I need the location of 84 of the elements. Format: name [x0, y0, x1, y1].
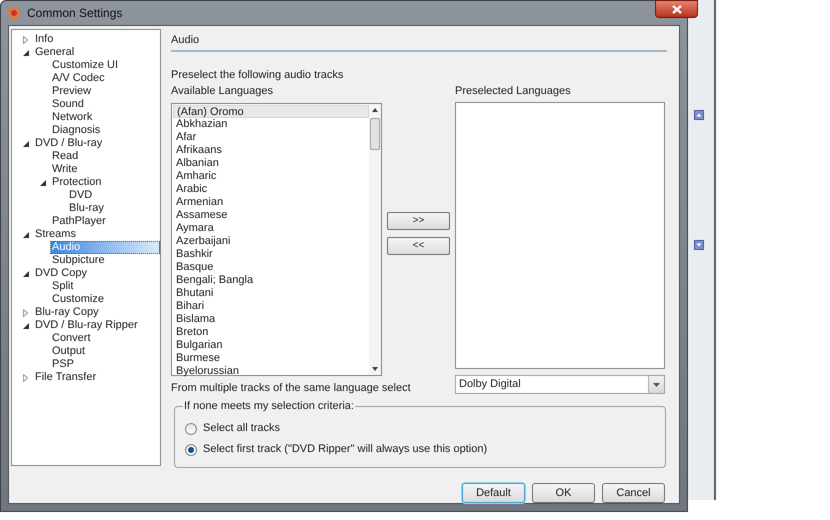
close-button[interactable] [655, 0, 698, 18]
tree-item[interactable]: Network [50, 111, 94, 124]
available-label: Available Languages [171, 85, 274, 98]
language-item[interactable]: Bulgarian [173, 339, 369, 352]
tree-item[interactable]: Sound [50, 98, 86, 111]
expanded-triangle-icon[interactable] [23, 50, 29, 56]
language-item[interactable]: Bihari [173, 300, 369, 313]
scroll-up-icon[interactable] [372, 108, 378, 112]
intro-text: Preselect the following audio tracks [171, 69, 344, 82]
format-label: From multiple tracks of the same language select [171, 382, 411, 395]
tree-item[interactable]: Preview [50, 85, 94, 98]
tree-item[interactable]: Info [33, 33, 56, 46]
language-item[interactable]: Bhutani [173, 287, 369, 300]
group-legend: If none meets my selection criteria: [183, 400, 355, 413]
tree-item[interactable]: Streams [33, 228, 78, 241]
tree-item[interactable]: Subpicture [50, 254, 107, 267]
dialog-button[interactable]: Cancel [602, 483, 665, 503]
scrollbar[interactable] [369, 104, 381, 375]
tree-item[interactable]: Convert [50, 332, 93, 345]
language-item[interactable]: Burmese [173, 352, 369, 365]
expanded-triangle-icon[interactable] [23, 232, 29, 238]
expanded-triangle-icon[interactable] [23, 140, 29, 146]
language-item[interactable]: Albanian [173, 157, 369, 170]
app-icon [7, 6, 21, 20]
expanded-triangle-icon[interactable] [40, 180, 46, 186]
language-item[interactable]: Byelorussian [173, 365, 369, 378]
scroll-up-icon[interactable] [694, 110, 704, 120]
tree-item[interactable]: DVD Copy [33, 267, 89, 280]
tree-item[interactable]: DVD [67, 189, 94, 202]
language-item[interactable]: Afar [173, 131, 369, 144]
dialog-button[interactable]: OK [532, 483, 595, 503]
expanded-triangle-icon[interactable] [23, 322, 29, 328]
window-title: Common Settings [27, 5, 122, 22]
collapsed-triangle-icon[interactable] [23, 374, 28, 382]
close-icon [672, 4, 682, 14]
language-item[interactable]: Arabic [173, 183, 369, 196]
scroll-down-icon[interactable] [694, 240, 704, 250]
remove-button[interactable]: << [387, 237, 450, 255]
radio-button[interactable] [185, 444, 197, 456]
language-item[interactable]: Bengali; Bangla [173, 274, 369, 287]
language-item[interactable]: Bislama [173, 313, 369, 326]
collapsed-triangle-icon[interactable] [23, 308, 28, 316]
language-item[interactable]: Aymara [173, 222, 369, 235]
language-item[interactable]: Bashkir [173, 248, 369, 261]
tree-item[interactable]: Write [50, 163, 80, 176]
tree-item[interactable]: Customize [50, 293, 106, 306]
format-select[interactable]: Dolby Digital [455, 375, 665, 394]
tree-item[interactable]: Protection [50, 176, 104, 189]
radio-label: Select all tracks [203, 422, 280, 435]
add-button[interactable]: >> [387, 212, 450, 230]
section-title: Audio [171, 34, 200, 47]
tree-item[interactable]: General [33, 46, 76, 59]
tree-item[interactable]: File Transfer [33, 371, 98, 384]
language-item[interactable]: Breton [173, 326, 369, 339]
tree-item[interactable]: DVD / Blu-ray Ripper [33, 319, 140, 332]
tree-item[interactable]: Blu-ray Copy [33, 306, 101, 319]
tree-item[interactable]: Split [50, 280, 76, 293]
tree-item[interactable]: Read [50, 150, 80, 163]
tree-item[interactable]: A/V Codec [50, 72, 107, 85]
dialog-button[interactable]: Default [462, 483, 525, 503]
tree-item[interactable]: Customize UI [50, 59, 120, 72]
collapsed-triangle-icon[interactable] [23, 36, 28, 44]
language-item[interactable]: Abkhazian [173, 118, 369, 131]
language-item[interactable]: Amharic [173, 170, 369, 183]
tree-item[interactable]: PSP [50, 358, 76, 371]
scroll-thumb[interactable] [370, 118, 380, 150]
language-item[interactable]: Armenian [173, 196, 369, 209]
radio-label: Select first track ("DVD Ripper" will always use this option) [203, 443, 488, 456]
tree-item[interactable]: PathPlayer [50, 215, 108, 228]
tree-item[interactable]: Output [50, 345, 88, 358]
tree-item[interactable]: Diagnosis [50, 124, 102, 137]
language-item[interactable]: Basque [173, 261, 369, 274]
language-item[interactable]: Assamese [173, 209, 369, 222]
language-item[interactable]: (Afan) Oromo [173, 105, 369, 118]
radio-button[interactable] [185, 422, 197, 434]
expanded-triangle-icon[interactable] [23, 270, 29, 276]
scroll-down-icon[interactable] [372, 367, 378, 371]
dropdown-arrow-icon [653, 382, 660, 386]
tree-item[interactable]: DVD / Blu-ray [33, 137, 104, 150]
language-item[interactable]: Afrikaans [173, 144, 369, 157]
tree-item[interactable]: Blu-ray [67, 202, 106, 215]
preselected-label: Preselected Languages [455, 85, 572, 98]
available-list[interactable]: (Afan) Oromo Abkhazian Afar Afrikaans Albanian Amharic Arabic Armenian Assamese Aymara Azerbaijani Bashkir Basque Bengali; Bangla Bhutani Bihari Bislama Breton Bulgarian Burmese Byelorussian [171, 103, 382, 376]
language-item[interactable]: Azerbaijani [173, 235, 369, 248]
